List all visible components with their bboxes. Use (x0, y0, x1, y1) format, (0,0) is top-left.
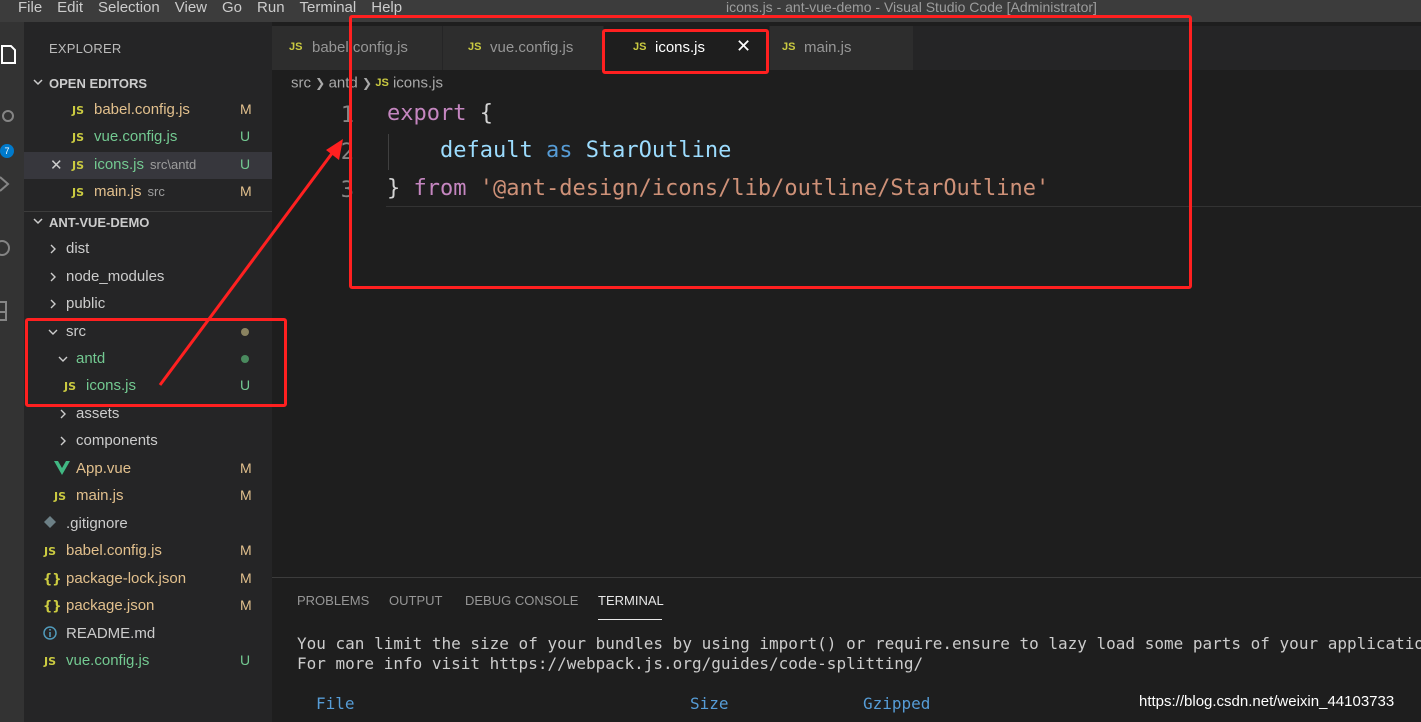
menu-view[interactable]: View (175, 0, 207, 15)
tab-problems[interactable]: PROBLEMS (297, 593, 369, 608)
info-icon (43, 626, 57, 640)
tree-item-public[interactable]: public (24, 291, 272, 318)
tab-debug-console[interactable]: DEBUG CONSOLE (465, 593, 578, 608)
tree-item-app-vue[interactable]: App.vue M (24, 456, 272, 483)
chevron-right-icon (60, 436, 66, 446)
chevron-right-icon: ❯ (315, 76, 329, 91)
chevron-right-icon (50, 272, 56, 282)
activity-bar: 7 (0, 22, 24, 722)
menu-edit[interactable]: Edit (57, 0, 83, 15)
js-file-icon: JS (72, 131, 85, 144)
explorer-title: EXPLORER (49, 41, 122, 56)
chevron-down-icon (33, 79, 43, 86)
open-editor-item-active[interactable]: ✕ JS icons.js src\antd U (24, 152, 272, 179)
js-file-icon: JS (54, 490, 67, 503)
tab-output[interactable]: OUTPUT (389, 593, 442, 608)
terminal-table-header: Gzipped (863, 694, 931, 713)
chevron-right-icon (60, 409, 66, 419)
tree-item-components[interactable]: components (24, 428, 272, 455)
menu-bar: File Edit Selection View Go Run Terminal… (18, 0, 417, 15)
source-control-badge: 7 (0, 144, 14, 158)
git-icon (44, 516, 56, 528)
tab-terminal[interactable]: TERMINAL (598, 593, 664, 608)
run-icon[interactable] (0, 172, 24, 196)
annotation-box-tab (602, 29, 769, 74)
open-editor-item[interactable]: JS babel.config.js M (24, 97, 272, 124)
js-file-icon: JS (72, 186, 85, 199)
chevron-right-icon (50, 299, 56, 309)
vue-icon (54, 461, 70, 475)
open-editor-item[interactable]: JS vue.config.js U (24, 124, 272, 151)
annotation-box-editor (349, 15, 1192, 289)
terminal-table-header: File (316, 694, 355, 713)
menu-go[interactable]: Go (222, 0, 242, 15)
search-icon[interactable] (0, 106, 24, 130)
extensions-icon[interactable] (0, 236, 24, 260)
tree-item-vue-config[interactable]: JS vue.config.js U (24, 648, 272, 675)
tree-item-dist[interactable]: dist (24, 236, 272, 263)
js-file-icon: JS (72, 159, 85, 172)
terminal-table-header: Size (690, 694, 729, 713)
files-icon[interactable] (0, 42, 24, 66)
tree-item-readme[interactable]: README.md (24, 621, 272, 648)
tree-item-package-lock[interactable]: {} package-lock.json M (24, 566, 272, 593)
chevron-right-icon (50, 244, 56, 254)
js-file-icon: JS (72, 104, 85, 117)
json-icon: {} (43, 599, 62, 614)
js-file-icon: JS (289, 41, 303, 53)
menu-selection[interactable]: Selection (98, 0, 160, 15)
js-file-icon: JS (44, 655, 57, 668)
terminal-line: You can limit the size of your bundles b… (297, 634, 1421, 653)
watermark: https://blog.csdn.net/weixin_44103733 (1139, 693, 1395, 710)
tree-item-node-modules[interactable]: node_modules (24, 264, 272, 291)
breadcrumb-item[interactable]: src (291, 75, 311, 92)
tree-item-package-json[interactable]: {} package.json M (24, 593, 272, 620)
tree-item-babel-config[interactable]: JS babel.config.js M (24, 538, 272, 565)
menu-terminal[interactable]: Terminal (300, 0, 357, 15)
tree-item-main-js[interactable]: JS main.js M (24, 483, 272, 510)
json-icon: {} (43, 572, 62, 587)
js-file-icon: JS (44, 545, 57, 558)
terminal-line: For more info visit https://webpack.js.o… (297, 654, 924, 673)
tree-item-gitignore[interactable]: .gitignore (24, 511, 272, 538)
annotation-box-tree (25, 318, 287, 407)
active-tab-indicator (598, 619, 662, 620)
open-editor-item[interactable]: JS main.js src M (24, 179, 272, 206)
extensions-blocks-icon[interactable] (0, 298, 24, 322)
chevron-down-icon (33, 218, 43, 225)
project-header[interactable]: ANT-VUE-DEMO (24, 211, 272, 233)
window-title: icons.js - ant-vue-demo - Visual Studio … (726, 0, 1097, 15)
open-editors-header[interactable]: OPEN EDITORS (24, 73, 272, 95)
menu-run[interactable]: Run (257, 0, 285, 15)
menu-help[interactable]: Help (371, 0, 402, 15)
close-icon[interactable]: ✕ (50, 156, 63, 174)
menu-file[interactable]: File (18, 0, 42, 15)
